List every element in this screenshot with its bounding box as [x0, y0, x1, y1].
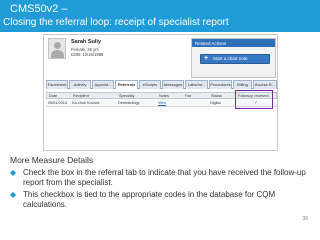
start-chart-note-label: Start a chart note	[213, 56, 248, 61]
plus-icon: +	[204, 55, 209, 62]
page-number: 36	[302, 216, 308, 222]
tab-messages[interactable]: Messages	[162, 80, 184, 89]
bullet-item: ◆ Check the box in the referral tab to i…	[10, 168, 310, 187]
tab-billing[interactable]: Billing	[233, 80, 252, 89]
row-status: Digital	[210, 101, 221, 105]
slide-title-line1: CMS50v2 –	[10, 3, 68, 15]
followup-highlight-box	[235, 90, 273, 109]
row-date: 05/01/2014	[48, 101, 68, 105]
related-actions-header: Related Actions	[192, 39, 275, 47]
patient-dob: DOB: 12/16/1988	[71, 52, 104, 57]
view-notes-link[interactable]: View	[158, 101, 166, 105]
bullet-text: Check the box in the referral tab to ind…	[23, 168, 306, 187]
row-recipient: Ka-chuk Kovacs	[72, 101, 100, 105]
column-header-fax[interactable]: Fax	[185, 94, 191, 98]
column-header-recipient[interactable]: Recipient	[73, 94, 89, 98]
related-actions-panel: Related Actions + Start a chart note	[191, 38, 276, 78]
tab-activity[interactable]: Activity	[69, 80, 91, 89]
start-chart-note-button[interactable]: + Start a chart note	[200, 54, 270, 64]
ehr-screenshot: Sarah Sully Female, 25 yrs DOB: 12/16/19…	[43, 34, 278, 151]
tab-referrals[interactable]: Referrals	[115, 80, 138, 89]
avatar-head-shape	[54, 42, 61, 49]
title-banner: CMS50v2 – Closing the referral loop: rec…	[0, 0, 320, 32]
tab-facesheet[interactable]: Facesheet	[46, 80, 68, 89]
tab-procedures[interactable]: Procedures	[209, 80, 232, 89]
slide-title-line2: Closing the referral loop: receipt of sp…	[3, 17, 229, 28]
bullet-item: ◆ This checkbox is tied to the appropria…	[10, 190, 310, 209]
patient-name: Sarah Sully	[71, 39, 101, 45]
tab-appointments[interactable]: Appoint...	[92, 80, 114, 89]
column-header-specialty[interactable]: Specialty	[119, 94, 134, 98]
tab-labs-imaging[interactable]: Labs/Im...	[185, 80, 208, 89]
row-specialty: Dermatology	[118, 101, 140, 105]
chart-tabs: Facesheet Activity Appoint... Referrals …	[46, 80, 277, 89]
bullet-marker-icon: ◆	[10, 168, 17, 177]
avatar-body-shape	[51, 50, 64, 58]
bullet-text: This checkbox is tied to the appropriate…	[23, 190, 276, 209]
bullet-marker-icon: ◆	[10, 190, 17, 199]
column-header-date[interactable]: Date	[49, 94, 57, 98]
tab-escripts[interactable]: eScripts	[139, 80, 161, 89]
avatar	[48, 38, 66, 59]
column-header-status[interactable]: Status	[211, 94, 222, 98]
section-title: More Measure Details	[10, 155, 94, 165]
column-header-notes[interactable]: Notes	[159, 94, 169, 98]
tab-access-records[interactable]: Access R...	[253, 80, 277, 89]
